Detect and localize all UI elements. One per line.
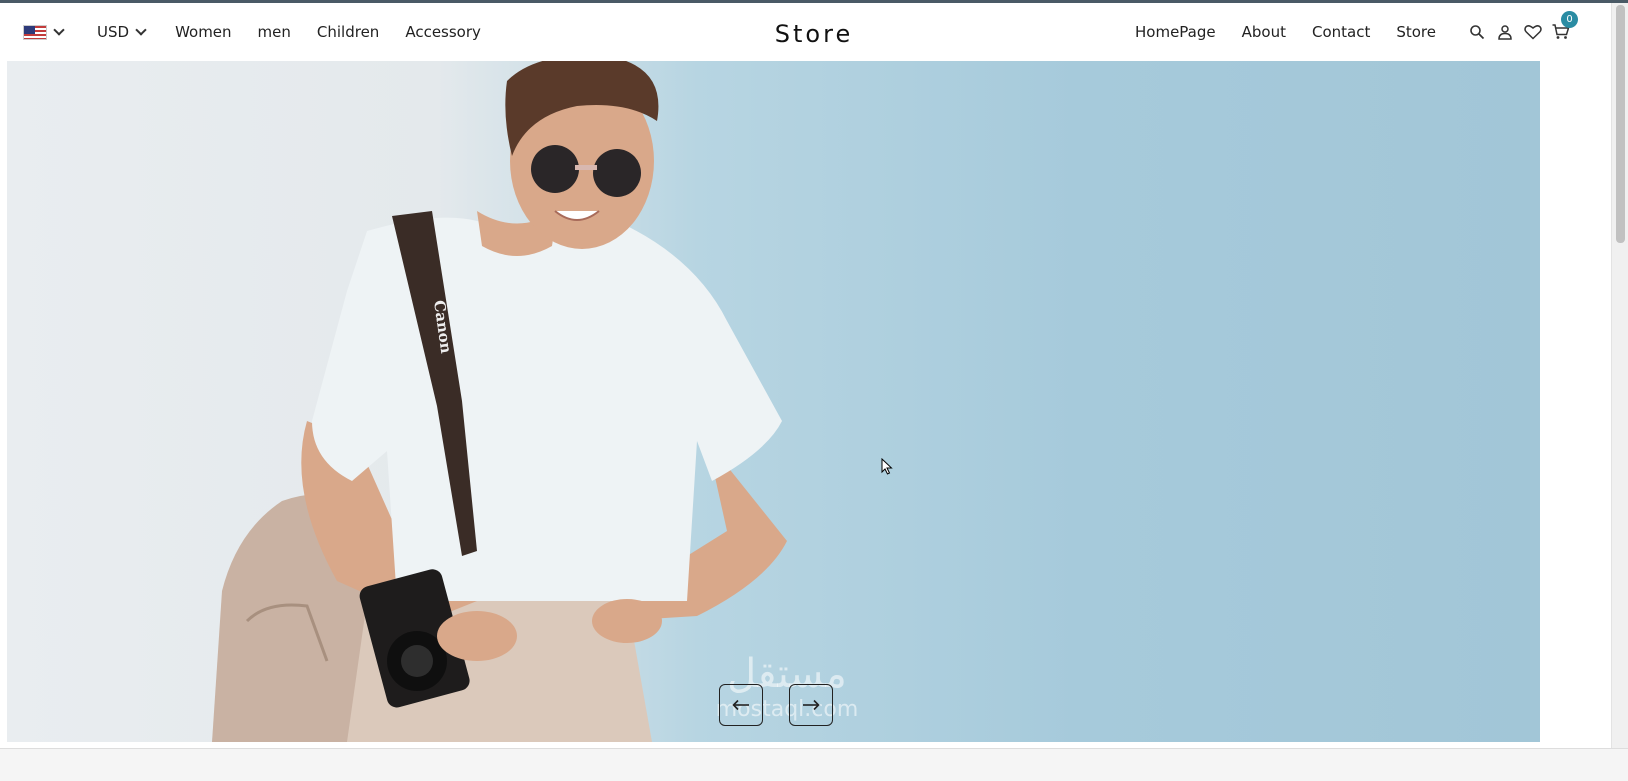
window-bottom-area [0, 748, 1628, 781]
us-flag-icon [23, 24, 47, 40]
nav-link-children[interactable]: Children [317, 23, 379, 41]
site-header: USD Women men Children Accessory Store H… [0, 3, 1600, 61]
cart-count-badge: 0 [1561, 11, 1578, 28]
hero-slider: Canon مستقل mostaql.com [7, 61, 1540, 742]
nav-link-men[interactable]: men [258, 23, 291, 41]
slider-next-button[interactable] [789, 684, 833, 726]
page-scrollbar[interactable] [1611, 3, 1628, 748]
nav-link-women[interactable]: Women [175, 23, 231, 41]
cart-icon[interactable]: 0 [1550, 11, 1578, 43]
header-right: HomePage About Contact Store 0 [1135, 3, 1578, 61]
header-left: USD Women men Children Accessory [23, 3, 481, 61]
search-icon[interactable] [1466, 21, 1488, 43]
nav-link-store[interactable]: Store [1396, 23, 1436, 41]
user-icon[interactable] [1494, 21, 1516, 43]
arrow-left-icon [732, 699, 749, 711]
arrow-right-icon [803, 699, 820, 711]
nav-link-contact[interactable]: Contact [1312, 23, 1370, 41]
chevron-down-icon [135, 23, 147, 36]
slider-prev-button[interactable] [719, 684, 763, 726]
heart-icon[interactable] [1522, 21, 1544, 43]
watermark: مستقل mostaql.com [687, 651, 887, 722]
currency-selector[interactable]: USD [97, 23, 147, 41]
watermark-logo: مستقل [727, 651, 847, 697]
nav-link-accessory[interactable]: Accessory [405, 23, 481, 41]
mouse-pointer-icon [881, 457, 893, 479]
language-selector[interactable] [23, 23, 65, 40]
nav-link-homepage[interactable]: HomePage [1135, 23, 1216, 41]
brand-logo[interactable]: Store [775, 20, 853, 48]
chevron-down-icon [53, 23, 65, 36]
scrollbar-thumb[interactable] [1616, 5, 1625, 243]
watermark-url: mostaql.com [715, 697, 859, 722]
hero-image: Canon [212, 61, 787, 742]
nav-link-about[interactable]: About [1242, 23, 1286, 41]
currency-label: USD [97, 23, 130, 41]
